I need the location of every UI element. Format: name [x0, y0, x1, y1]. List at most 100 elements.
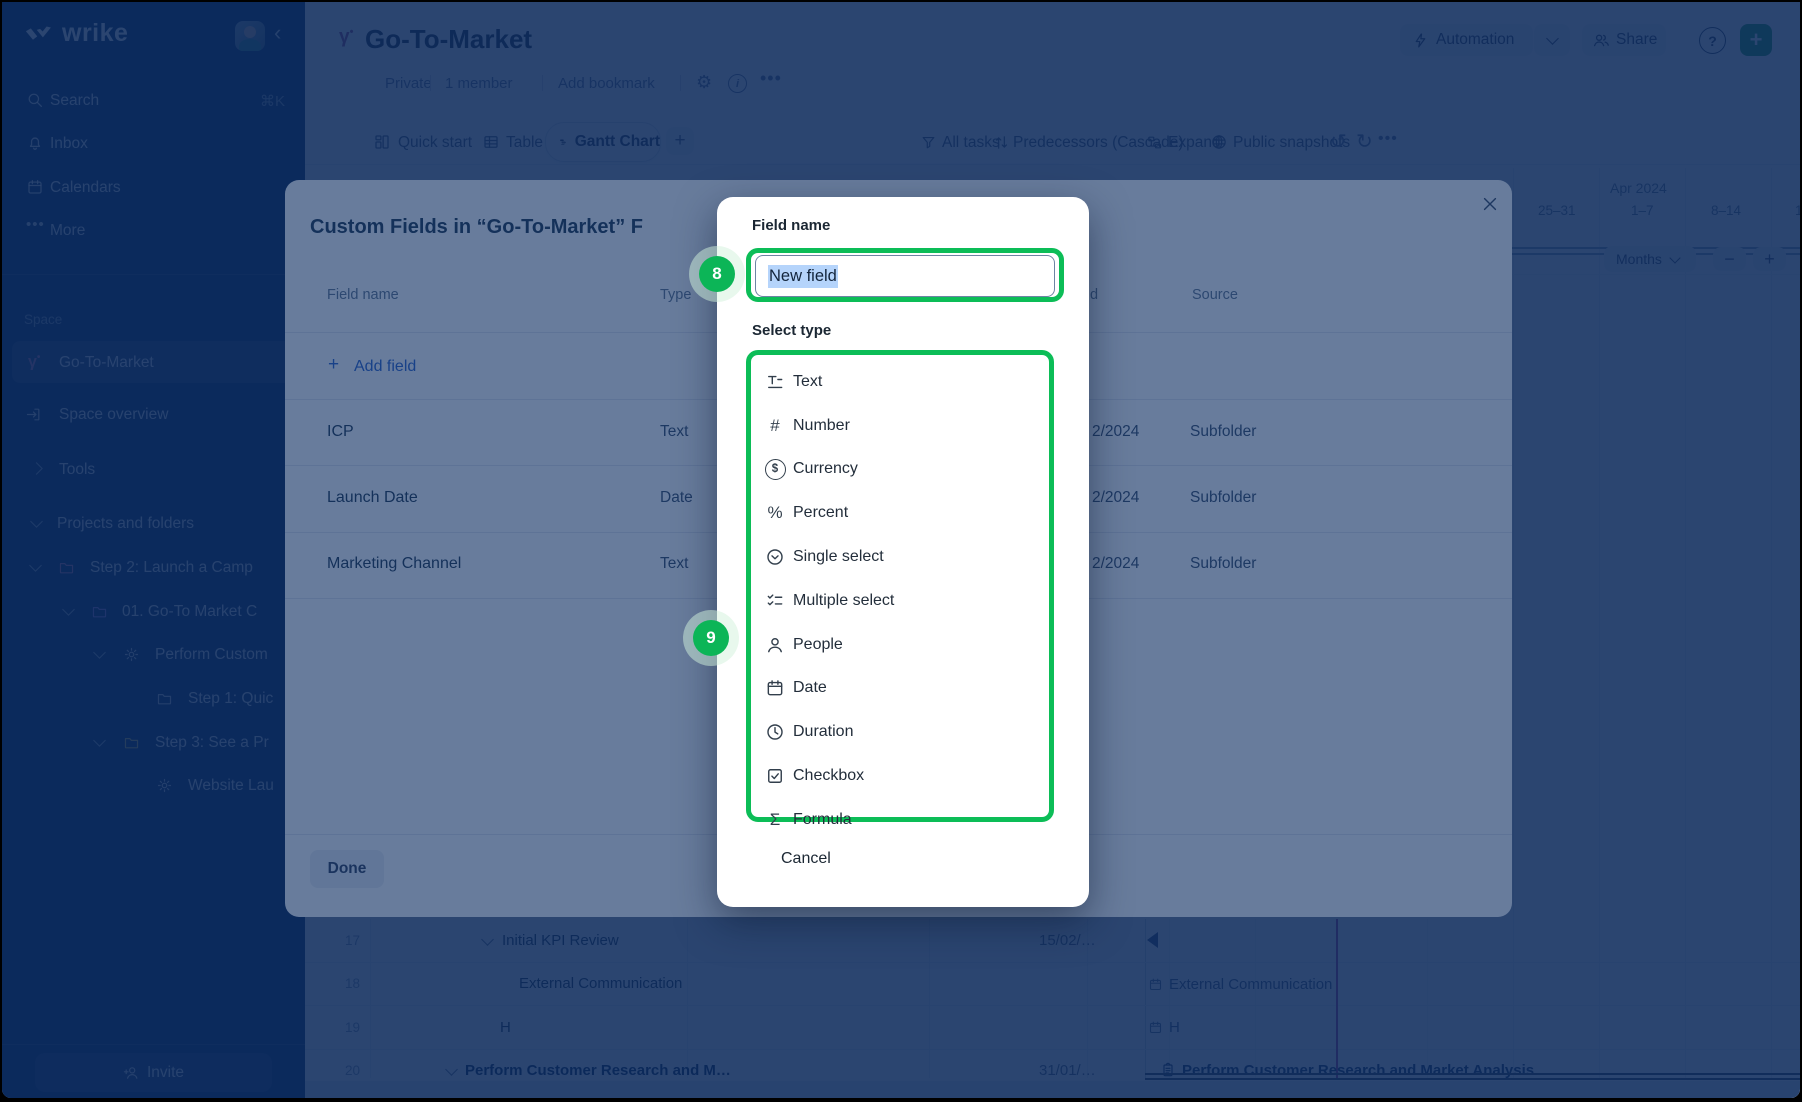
create-plus-button[interactable]: + [1740, 24, 1772, 56]
field-name-input[interactable]: New field [755, 255, 1055, 297]
sidebar-item-calendars[interactable]: Calendars [50, 179, 121, 197]
more-menu-icon[interactable]: ••• [760, 68, 782, 89]
search-icon [26, 91, 44, 109]
type-option-multiple-select[interactable]: Multiple select [760, 579, 1049, 623]
filter-icon [920, 134, 937, 151]
zoom-in-button[interactable]: + [1753, 247, 1786, 271]
add-field-button[interactable]: Add field [354, 358, 416, 376]
type-option-duration[interactable]: Duration [760, 710, 1049, 754]
tree-item[interactable]: Step 1: Quic [188, 690, 273, 708]
type-option-text[interactable]: Text [760, 360, 1049, 404]
task-title[interactable]: External Communication [519, 975, 682, 992]
bar-label[interactable]: Perform Customer Research and Market Ana… [1182, 1062, 1534, 1079]
sidebar-item-more[interactable]: More [50, 222, 85, 240]
invite-label: Invite [147, 1064, 184, 1082]
cancel-button[interactable]: Cancel [781, 850, 831, 868]
type-option-people[interactable]: People [760, 623, 1049, 667]
add-view-button[interactable]: + [666, 127, 694, 155]
avatar[interactable] [235, 21, 265, 51]
gantt-zoom-select[interactable]: Months [1604, 246, 1696, 272]
task-title[interactable]: Initial KPI Review [502, 932, 619, 949]
tree-item[interactable]: Step 2: Launch a Camp [90, 559, 253, 577]
share-people-icon [1592, 31, 1610, 49]
share-button[interactable]: Share [1582, 24, 1666, 56]
type-option-formula[interactable]: ΣFormula [760, 798, 1049, 842]
type-option-currency[interactable]: $Currency [760, 448, 1049, 492]
done-button[interactable]: Done [310, 850, 384, 888]
chevron-right-icon[interactable] [30, 462, 43, 475]
step-9-badge: 9 [693, 620, 729, 656]
bar-label[interactable]: H [1169, 1019, 1180, 1036]
chevron-down-icon[interactable] [62, 603, 75, 616]
tab-quick-start[interactable]: Quick start [398, 134, 472, 152]
chevron-down-icon[interactable] [29, 559, 42, 572]
close-icon[interactable] [1480, 194, 1500, 214]
type-option-number[interactable]: #Number [760, 404, 1049, 448]
calendar-icon [765, 678, 785, 698]
clock-icon [765, 722, 785, 742]
bell-icon [26, 134, 44, 152]
scroll-strip[interactable] [305, 1081, 1800, 1098]
chevron-down-icon[interactable] [445, 1063, 458, 1076]
help-icon[interactable]: ? [1699, 27, 1726, 54]
invite-button[interactable]: Invite [35, 1053, 272, 1092]
zoom-out-button[interactable]: − [1713, 247, 1746, 271]
field-row-name[interactable]: ICP [327, 423, 354, 441]
folder-icon [91, 603, 108, 620]
chevron-down-icon[interactable] [481, 933, 494, 946]
member-count[interactable]: 1 member [445, 75, 513, 92]
task-date[interactable]: 31/01/… [1039, 1062, 1096, 1079]
field-row-name[interactable]: Marketing Channel [327, 555, 461, 573]
gear-icon[interactable]: ⚙ [696, 72, 712, 93]
chevron-down-icon [1669, 252, 1680, 263]
type-option-date[interactable]: Date [760, 667, 1049, 711]
sidebar-item-space-overview[interactable]: Space overview [59, 406, 168, 424]
lightning-icon [1412, 32, 1429, 49]
automation-dropdown[interactable] [1534, 24, 1570, 56]
field-row-name[interactable]: Launch Date [327, 489, 418, 507]
field-row-source: Subfolder [1190, 555, 1256, 573]
redo-icon[interactable]: ↻ [1356, 129, 1373, 154]
chevron-down-icon [1546, 32, 1559, 45]
type-option-checkbox[interactable]: Checkbox [760, 754, 1049, 798]
tree-item[interactable]: Step 3: See a Pr [155, 734, 269, 752]
type-label: Duration [793, 723, 853, 741]
bar-label[interactable]: External Communication [1169, 976, 1332, 993]
task-title[interactable]: Perform Customer Research and M… [465, 1062, 731, 1079]
summary-bar [1145, 1073, 1800, 1075]
automation-button[interactable]: Automation [1400, 24, 1533, 56]
type-label: Percent [793, 504, 848, 522]
sidebar-item-projects[interactable]: Projects and folders [57, 515, 194, 533]
tab-gantt-chart[interactable]: Gantt Chart [545, 122, 661, 162]
sidebar-collapse-icon[interactable]: ‹ [274, 20, 281, 46]
chevron-down-icon[interactable] [30, 515, 43, 528]
column-header-created-fragment: d [1090, 287, 1098, 303]
chevron-down-icon[interactable] [93, 646, 106, 659]
info-icon[interactable]: i [728, 74, 747, 93]
type-option-percent[interactable]: %Percent [760, 491, 1049, 535]
expand-icon [1146, 134, 1163, 151]
all-tasks-filter[interactable]: All tasks [942, 134, 1000, 152]
tab-table[interactable]: Table [506, 134, 543, 152]
gridline [370, 919, 371, 1078]
tree-item[interactable]: 01. Go-To Market C [122, 603, 257, 621]
task-date[interactable]: 15/02/… [1039, 932, 1096, 949]
toolbar-more-icon[interactable]: ••• [1378, 130, 1398, 148]
tree-item[interactable]: Website Lau [188, 777, 274, 795]
step-8-number: 8 [712, 264, 721, 284]
type-option-single-select[interactable]: Single select [760, 535, 1049, 579]
chevron-down-icon[interactable] [93, 734, 106, 747]
tree-item[interactable]: Perform Custom [155, 646, 268, 664]
sidebar-item-inbox[interactable]: Inbox [50, 135, 88, 153]
task-title[interactable]: H [500, 1019, 511, 1036]
divider [542, 75, 543, 91]
gantt-week-label: 8–14 [1711, 203, 1741, 218]
collapsed-bar-arrow-icon[interactable] [1147, 932, 1158, 948]
checkbox-icon [765, 766, 785, 786]
sidebar-item-tools[interactable]: Tools [59, 461, 95, 479]
gantt-icon [559, 134, 568, 151]
add-bookmark-link[interactable]: Add bookmark [558, 75, 655, 92]
field-name-label: Field name [752, 217, 830, 234]
undo-icon[interactable]: ↺ [1330, 129, 1347, 154]
sidebar-item-search[interactable]: Search [50, 92, 99, 110]
